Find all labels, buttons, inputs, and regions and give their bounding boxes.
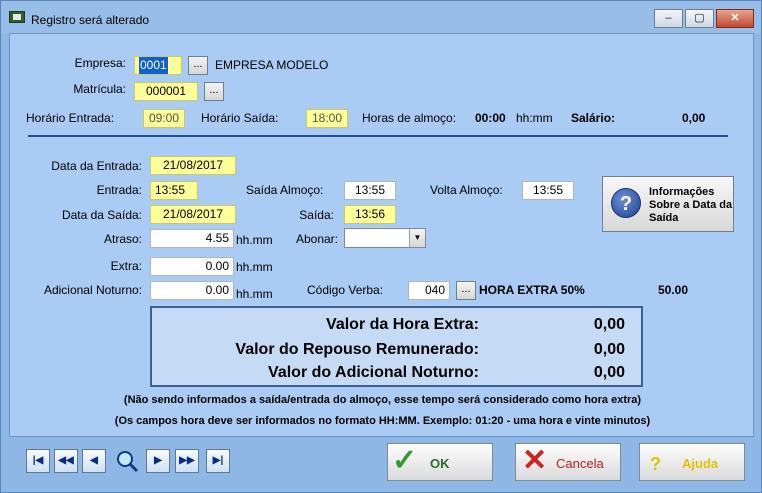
hora-extra-value: 0,00 [593,316,625,333]
adicional-noturno-value-label: Valor do Adicional Noturno: [268,364,479,381]
codigo-verba-label: Código Verba: [307,283,384,297]
next-record-button[interactable]: ▶ [146,449,170,473]
ok-label: OK [430,456,450,471]
horas-almoco-value: 00:00 [475,111,506,125]
extra-field[interactable]: 0.00 [150,257,234,276]
info-data-saida-button[interactable]: ? Informações Sobre a Data da Saída [602,176,734,232]
last-record-button[interactable]: ▶| [206,449,230,473]
minimize-button[interactable]: – [654,9,683,28]
matricula-field[interactable]: 000001 [134,82,198,101]
help-button[interactable]: ? Ajuda [639,443,745,481]
empresa-name: EMPRESA MODELO [215,58,329,72]
empresa-label: Empresa: [74,56,126,70]
horas-almoco-unit: hh:mm [516,111,553,125]
maximize-button[interactable]: ▢ [685,9,714,28]
codigo-verba-field[interactable]: 040 [408,281,450,300]
cancel-icon: ✕ [522,444,548,477]
note-lunch: (Não sendo informados a saída/entrada do… [123,394,642,406]
atraso-label: Atraso: [103,232,142,246]
help-label: Ajuda [682,456,719,471]
bottom-toolbar: |◀ ◀◀ ◀ ▶ ▶▶ ▶| ✓ OK ✕ Cancela ? Ajuda [9,437,754,487]
dialog-window: Registro será alterado – ▢ ✕ Empresa: 00… [0,0,762,493]
saida-almoco-label: Saída Almoço: [246,183,324,197]
verba-percentage: 50.00 [658,283,689,297]
prev-page-button[interactable]: ◀◀ [54,449,78,473]
salario-label: Salário: [571,111,616,125]
extra-label: Extra: [110,259,142,273]
horario-entrada-field[interactable]: 09:00 [143,109,185,128]
adicional-noturno-value: 0,00 [593,364,625,381]
title-bar[interactable]: Registro será alterado – ▢ ✕ [1,1,761,33]
horas-almoco-label: Horas de almoço: [362,111,457,125]
matricula-lookup-button[interactable]: ... [204,82,224,101]
cancel-label: Cancela [556,456,604,471]
horario-entrada-label: Horário Entrada: [26,111,115,125]
matricula-label: Matrícula: [73,82,126,96]
question-icon: ? [611,188,641,218]
section-divider [28,135,728,137]
help-icon: ? [650,454,661,474]
info-button-label: Informações Sobre a Data da Saída [649,186,733,224]
cancel-button[interactable]: ✕ Cancela [515,443,621,481]
adicional-unit: hh.mm [236,287,273,301]
horario-saida-label: Horário Saída: [201,111,279,125]
window-title: Registro será alterado [31,13,150,27]
extra-unit: hh.mm [236,260,273,274]
entrada-label: Entrada: [96,183,142,197]
empresa-lookup-button[interactable]: ... [188,56,208,75]
horario-saida-field[interactable]: 18:00 [306,109,348,128]
codigo-verba-lookup-button[interactable]: ... [456,281,476,300]
saida-label: Saída: [299,208,334,222]
prev-record-button[interactable]: ◀ [82,449,106,473]
verba-description: HORA EXTRA 50% [479,283,585,297]
volta-almoco-field[interactable]: 13:55 [522,181,574,200]
adicional-field[interactable]: 0.00 [150,281,234,300]
app-icon [9,11,25,23]
note-time-format: (Os campos hora deve ser informados no f… [114,415,651,427]
hora-extra-value-label: Valor da Hora Extra: [326,316,479,333]
abonar-label: Abonar: [295,232,338,246]
data-entrada-field[interactable]: 21/08/2017 [150,156,236,175]
data-saida-field[interactable]: 21/08/2017 [150,205,236,224]
search-button[interactable] [115,449,139,473]
abonar-select[interactable]: ▼ [344,228,426,248]
atraso-field[interactable]: 4.55 [150,229,234,248]
next-page-button[interactable]: ▶▶ [175,449,199,473]
first-record-button[interactable]: |◀ [26,449,50,473]
form-area: Empresa: 0001 ... EMPRESA MODELO Matrícu… [9,33,754,437]
repouso-value-label: Valor do Repouso Remunerado: [235,341,479,358]
data-entrada-label: Data da Entrada: [51,159,142,173]
salario-value: 0,00 [682,111,706,125]
adicional-label: Adicional Noturno: [43,283,142,297]
repouso-value: 0,00 [593,341,625,358]
close-button[interactable]: ✕ [716,9,754,28]
saida-almoco-field[interactable]: 13:55 [344,181,396,200]
entrada-field[interactable]: 13:55 [150,181,198,200]
check-icon: ✓ [392,444,418,477]
search-icon [117,451,139,473]
ok-button[interactable]: ✓ OK [387,443,493,481]
summary-panel: Valor da Hora Extra: 0,00 Valor do Repou… [150,306,643,387]
data-saida-label: Data da Saída: [61,208,142,222]
volta-almoco-label: Volta Almoço: [430,183,503,197]
empresa-field[interactable]: 0001 [134,56,182,75]
chevron-down-icon[interactable]: ▼ [409,229,425,247]
atraso-unit: hh.mm [236,233,273,247]
saida-field[interactable]: 13:56 [344,205,396,224]
